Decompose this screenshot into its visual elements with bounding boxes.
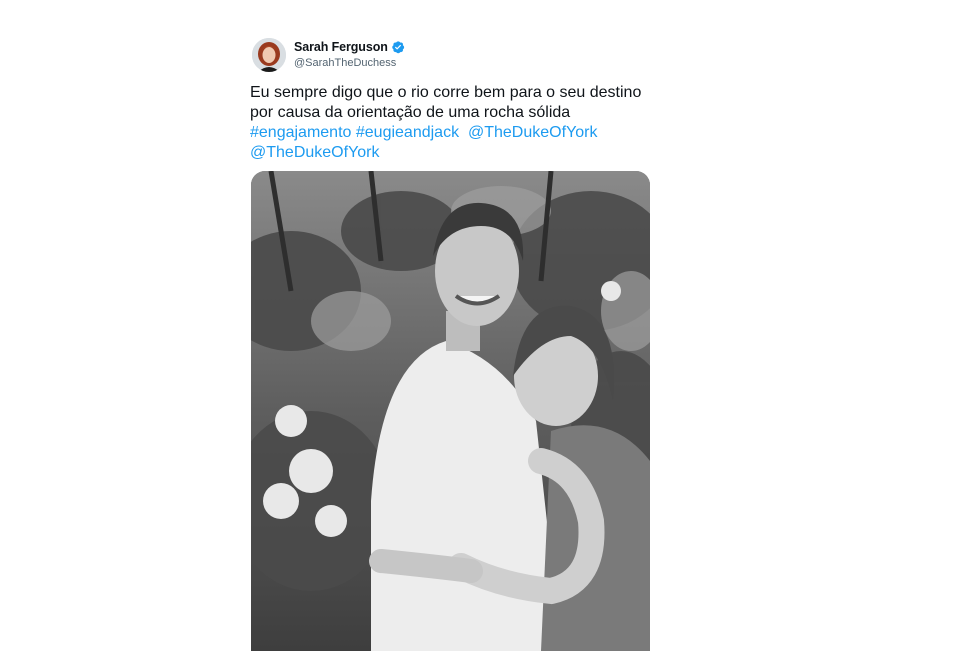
tweet-tags-line: #engajamento #eugieandjack @TheDukeOfYor… — [250, 123, 652, 143]
tweet-card: Sarah Ferguson @SarahTheDuchess Eu sempr… — [250, 30, 652, 651]
mention-thedukeofyork[interactable]: @TheDukeOfYork — [468, 124, 597, 141]
tweet-header: Sarah Ferguson @SarahTheDuchess — [250, 36, 652, 76]
hashtag-engajamento[interactable]: #engajamento — [250, 124, 351, 141]
author-display-name[interactable]: Sarah Ferguson — [294, 40, 388, 54]
tweet-mention-line: @TheDukeOfYork — [250, 143, 652, 163]
tweet-text-line-2: por causa da orientação de uma rocha sól… — [250, 104, 571, 121]
mention-thedukeofyork-2[interactable]: @TheDukeOfYork — [250, 144, 379, 161]
verified-badge-icon — [391, 40, 405, 54]
author-handle[interactable]: @SarahTheDuchess — [294, 57, 405, 69]
couple-photo-illustration — [251, 171, 650, 651]
tweet-text: Eu sempre digo que o rio corre bem para … — [250, 83, 652, 163]
author-avatar[interactable] — [252, 38, 286, 72]
author-info: Sarah Ferguson @SarahTheDuchess — [294, 38, 405, 69]
tweet-photo[interactable] — [251, 171, 650, 651]
hashtag-eugieandjack[interactable]: #eugieandjack — [356, 124, 459, 141]
tweet-text-line-1: Eu sempre digo que o rio corre bem para … — [250, 84, 642, 101]
